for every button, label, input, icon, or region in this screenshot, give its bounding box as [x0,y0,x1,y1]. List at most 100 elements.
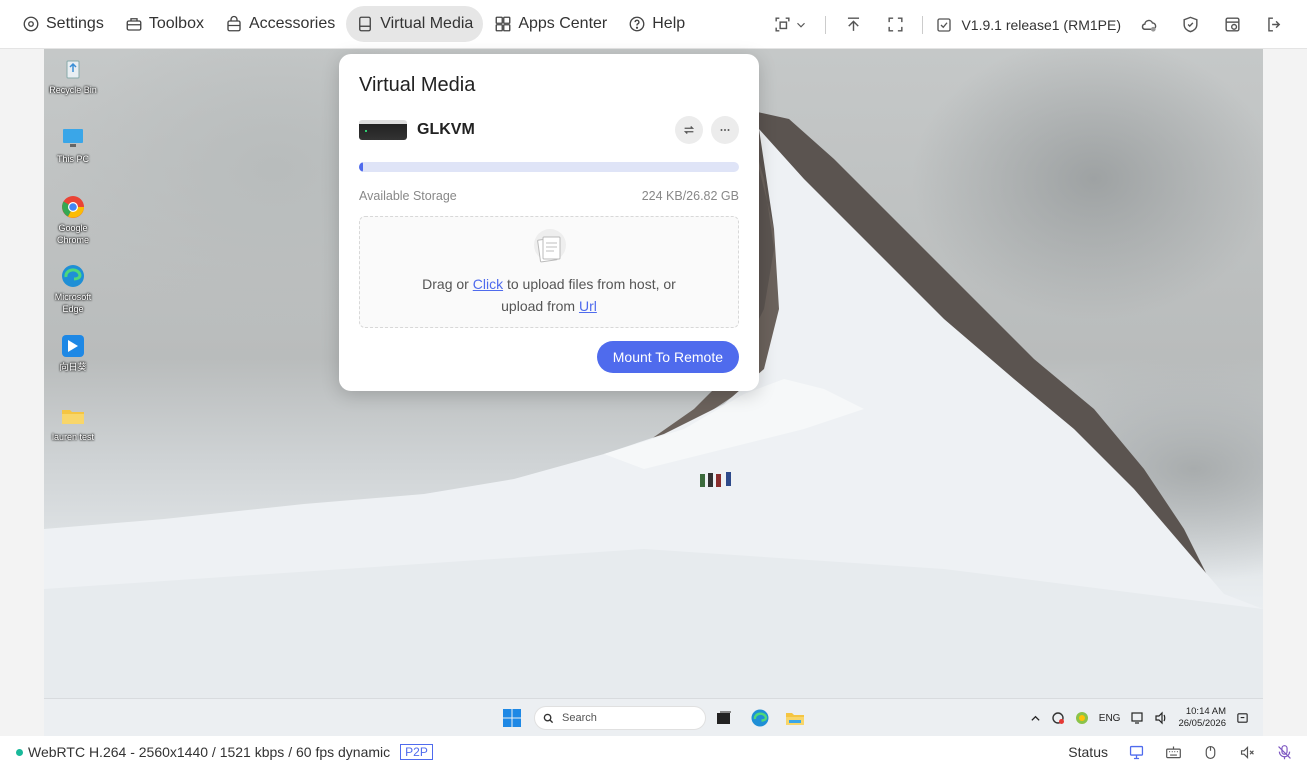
click-upload-link[interactable]: Click [473,276,503,292]
p2p-badge: P2P [400,744,433,760]
desktop-icon-edge[interactable]: Microsoft Edge [44,263,102,315]
nav-toolbox[interactable]: Toolbox [115,6,214,42]
app-tray-icon[interactable] [1075,711,1089,725]
top-toolbar: Settings Toolbox Accessories Virtual Med… [0,0,1307,49]
desktop-icon-this-pc[interactable]: This PC [44,125,102,165]
screenshot-dropdown[interactable] [768,11,812,39]
cloud-icon [1141,19,1156,32]
device-row: GLKVM [359,115,739,145]
divider [922,15,924,34]
security-button[interactable] [1176,11,1204,39]
popup-title: Virtual Media [359,74,476,96]
task-view-icon[interactable] [714,708,734,728]
storage-label: Available Storage [359,189,457,203]
divider [825,15,827,34]
microphone-muted-icon[interactable] [1276,744,1293,761]
desktop-icon-label: This PC [56,154,89,164]
chevron-down-icon [797,22,805,28]
nav-virtual-media-label: Virtual Media [380,15,474,32]
gear-icon [23,16,39,32]
desktop-icon-label: Microsoft Edge [54,292,92,314]
chevron-up-icon[interactable] [1030,713,1041,724]
toolbar-right: V1.9.1 release1 (RM1PE) [761,0,1295,49]
volume-icon[interactable] [1154,711,1168,725]
upload-button[interactable] [839,11,867,39]
desktop-icon-label: Google Chrome [56,223,89,245]
edge-taskbar-icon[interactable] [750,708,770,728]
version-info[interactable]: V1.9.1 release1 (RM1PE) [935,16,1121,34]
logout-button[interactable] [1260,11,1288,39]
kvm-device-icon [359,120,407,140]
status-bar-right: Status [1068,736,1293,768]
fullscreen-icon [888,17,903,32]
sync-icon[interactable] [1051,711,1065,725]
sunlogin-icon [62,335,84,357]
refresh-button[interactable] [675,116,703,144]
file-explorer-icon[interactable] [785,708,805,728]
status-button[interactable]: Status [1068,744,1108,760]
upload-text-2: to upload files from host, or [503,276,676,292]
nav-help[interactable]: Help [618,6,695,42]
clock-time: 10:14 AM [1185,706,1226,717]
storage-progress-fill [359,162,363,172]
cloud-button[interactable] [1134,11,1162,39]
search-placeholder: Search [562,712,597,724]
firmware-icon [937,17,952,32]
help-icon [629,16,645,32]
keyboard-icon[interactable] [1165,744,1182,761]
fullscreen-button[interactable] [881,11,909,39]
speaker-muted-icon[interactable] [1239,744,1256,761]
nav-accessories[interactable]: Accessories [215,6,345,42]
notification-icon[interactable] [1236,712,1249,725]
screen-capture-icon [775,17,790,32]
desktop-icon-label: 向日葵 [59,362,87,372]
history-button[interactable] [1218,11,1246,39]
file-upload-icon [534,229,566,263]
clock[interactable]: 10:14 AM 26/05/2026 [1178,706,1226,730]
arrow-up-icon [847,17,860,31]
nav-settings-label: Settings [46,15,104,32]
nav-apps-center[interactable]: Apps Center [484,6,617,42]
windows-taskbar: Search ENG 10:14 AM 26/05/2026 [44,698,1263,736]
refresh-icon [683,126,695,134]
logout-icon [1267,17,1280,32]
edge-icon [62,265,84,287]
more-options-button[interactable] [711,116,739,144]
windows-search-box[interactable]: Search [534,706,706,730]
upload-text-1: Drag or [422,276,473,292]
network-icon[interactable] [1130,711,1144,725]
mount-to-remote-button[interactable]: Mount To Remote [596,341,739,373]
desktop-icon-lauren-test[interactable]: lauren test [44,403,102,443]
apps-icon [495,16,511,32]
connection-status-dot [16,748,23,756]
history-icon [1224,17,1240,32]
display-icon[interactable] [1128,744,1145,761]
desktop-icon-label: lauren test [51,432,95,442]
nav-virtual-media[interactable]: Virtual Media [346,6,484,42]
language-indicator[interactable]: ENG [1099,713,1121,724]
storage-value: 224 KB/26.82 GB [641,189,739,203]
storage-progress-bar [359,162,739,172]
storage-info: Available Storage 224 KB/26.82 GB [359,189,739,203]
device-name: GLKVM [417,121,475,138]
clock-date: 26/05/2026 [1178,718,1226,729]
nav-apps-center-label: Apps Center [518,15,608,32]
desktop-icon-recycle-bin[interactable]: Recycle Bin [44,56,102,96]
shield-icon [1182,16,1198,33]
upload-dropzone[interactable]: Drag or Click to upload files from host,… [359,216,739,328]
nav-settings[interactable]: Settings [12,6,114,42]
status-bar: WebRTC H.264 - 2560x1440 / 1521 kbps / 6… [0,736,1307,768]
mouse-icon[interactable] [1202,744,1219,761]
recycle-bin-icon [66,60,80,79]
windows-start-icon[interactable] [502,708,522,728]
drive-icon [359,16,372,32]
bag-icon [227,15,241,32]
nav-toolbox-label: Toolbox [148,15,204,32]
url-upload-link[interactable]: Url [579,298,597,314]
system-tray: ENG 10:14 AM 26/05/2026 [1030,699,1249,736]
desktop-icon-sunlogin[interactable]: 向日葵 [44,333,102,373]
nav-help-label: Help [652,15,686,32]
version-label: V1.9.1 release1 (RM1PE) [961,16,1121,33]
monitor-icon [63,129,83,147]
desktop-icon-chrome[interactable]: Google Chrome [44,194,102,246]
